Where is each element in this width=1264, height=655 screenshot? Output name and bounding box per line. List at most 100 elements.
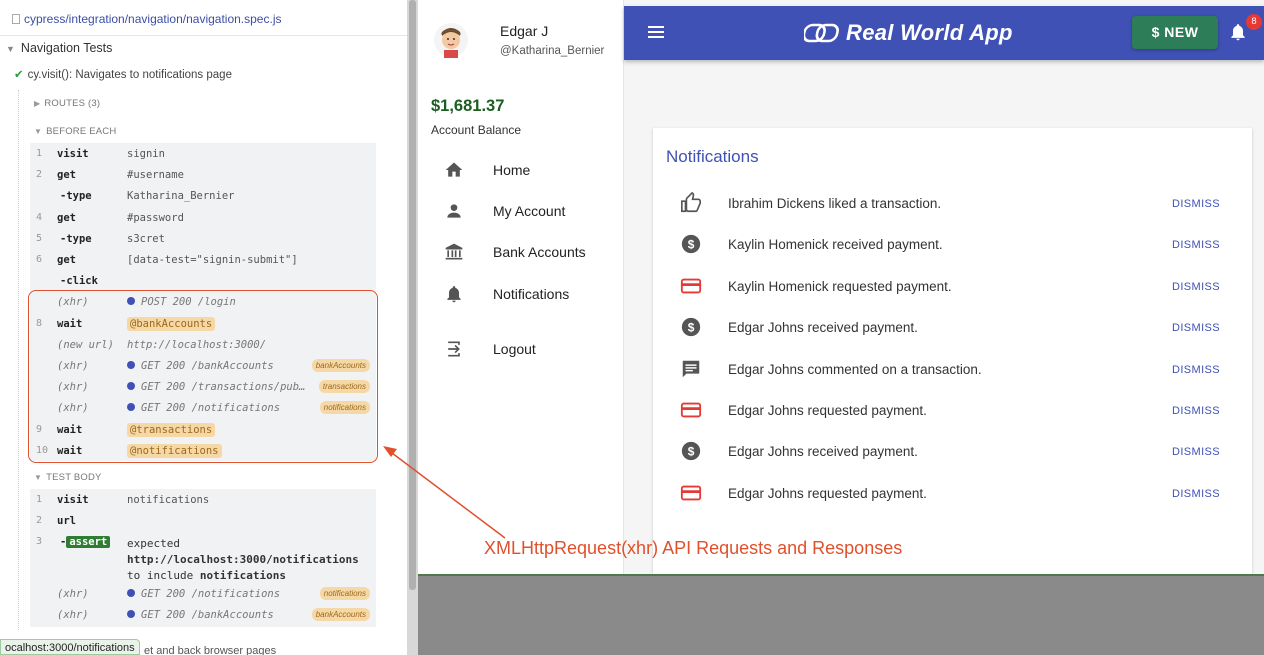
notification-text: Kaylin Homenick received payment. <box>728 237 943 253</box>
card-icon <box>680 485 702 501</box>
dismiss-button[interactable]: DISMISS <box>1172 281 1220 293</box>
payment-icon: $ <box>681 235 701 254</box>
command-message: Katharina_Bernier <box>127 190 235 203</box>
notification-item[interactable]: Kaylin Homenick requested payment. DISMIS… <box>653 266 1252 307</box>
notification-item[interactable]: Edgar Johns requested payment. DISMISS <box>653 473 1252 514</box>
panel-splitter[interactable] <box>407 0 418 655</box>
nav-item-bank-accounts[interactable]: Bank Accounts <box>418 234 623 270</box>
account-balance: $1,681.37 <box>431 97 505 115</box>
payment-icon: $ <box>681 442 701 461</box>
command-row[interactable]: 1 visit signin <box>30 143 376 164</box>
nav-item-my-account[interactable]: My Account <box>418 193 623 229</box>
notification-item[interactable]: Edgar Johns requested payment. DISMISS <box>653 390 1252 431</box>
command-row[interactable]: 4 get #password <box>30 207 376 228</box>
notification-text: Edgar Johns received payment. <box>728 320 918 336</box>
nav-item-notifications[interactable]: Notifications <box>418 276 623 312</box>
logout-icon <box>448 341 460 357</box>
command-message: #password <box>127 211 184 224</box>
command-row[interactable]: 5 -type s3cret <box>30 228 376 249</box>
avatar <box>434 23 468 58</box>
test-body-commands: 1 visit notifications 2 url 3 - assert ex… <box>30 489 376 627</box>
notification-item[interactable]: $ Edgar Johns received payment. DISMISS <box>653 307 1252 348</box>
assert-command: - assert <box>60 536 111 548</box>
viewport-backdrop <box>418 574 1264 655</box>
person-icon <box>447 204 461 218</box>
alias-tag: bankAccounts <box>311 608 370 621</box>
command-name: (xhr) <box>57 588 89 600</box>
test-body-header[interactable]: ▼ TEST BODY <box>34 472 102 483</box>
command-number: 2 <box>36 169 43 181</box>
next-test-title[interactable]: et and back browser pages <box>144 645 276 655</box>
alias-tag: notifications <box>319 587 370 600</box>
brand-logo <box>804 23 839 43</box>
command-message: #username <box>127 169 184 182</box>
command-name: visit <box>57 494 89 506</box>
cypress-runner-panel: cypress/integration/navigation/navigatio… <box>0 0 407 655</box>
nav-item-logout[interactable]: Logout <box>418 331 623 367</box>
before-each-label: BEFORE EACH <box>46 126 117 137</box>
status-url-bar: ocalhost:3000/notifications <box>0 639 140 655</box>
command-number: 6 <box>36 254 43 265</box>
svg-text:$: $ <box>688 238 695 252</box>
nav-item-home[interactable]: Home <box>418 152 623 188</box>
suite-title-text: Navigation Tests <box>20 41 113 55</box>
notification-item[interactable]: $ Edgar Johns received payment. DISMISS <box>653 431 1252 472</box>
scrollbar-thumb[interactable] <box>409 0 416 590</box>
assert-line: expected <box>127 537 180 550</box>
nav-item-label: My Account <box>493 203 566 219</box>
command-row[interactable]: 2 url <box>30 510 376 531</box>
notification-item[interactable]: $ Kaylin Homenick received payment. DISMIS… <box>653 224 1252 265</box>
dismiss-button[interactable]: DISMISS <box>1172 239 1220 251</box>
new-transaction-button[interactable]: $ NEW <box>1132 16 1218 49</box>
check-icon: ✔ <box>14 69 24 81</box>
suite-title[interactable]: ▼ Navigation Tests <box>6 41 112 55</box>
svg-text:$: $ <box>688 445 695 459</box>
command-name: get <box>57 254 76 266</box>
home-icon <box>445 162 463 177</box>
card-icon <box>680 278 702 294</box>
xhr-row[interactable]: (xhr) GET 200 /bankAccounts bankAccounts <box>30 604 376 625</box>
xhr-row[interactable]: (xhr) GET 200 /notifications notificatio… <box>30 583 376 604</box>
spec-path[interactable]: cypress/integration/navigation/navigatio… <box>0 0 407 36</box>
assert-line: to include notifications <box>127 568 359 584</box>
annotation-label: XMLHttpRequest(xhr) API Requests and Res… <box>484 538 903 558</box>
command-message: [data-test="signin-submit"] <box>127 254 298 266</box>
routes-header[interactable]: ▶ ROUTES (3) <box>34 98 100 109</box>
test-title-text: cy.visit(): Navigates to notifications p… <box>27 69 232 81</box>
thumb-up-icon <box>681 192 701 213</box>
notifications-bell-icon[interactable] <box>1228 21 1248 43</box>
command-number: 5 <box>36 232 43 244</box>
dismiss-button[interactable]: DISMISS <box>1172 322 1220 334</box>
command-row[interactable]: 2 get #username <box>30 164 376 185</box>
menu-icon[interactable] <box>648 26 664 38</box>
nav-item-label: Bank Accounts <box>493 244 586 260</box>
command-row[interactable]: -type Katharina_Bernier <box>30 185 376 206</box>
before-each-header[interactable]: ▼ BEFORE EACH <box>34 126 116 137</box>
command-row[interactable]: 1 visit notifications <box>30 489 376 510</box>
command-name: -click <box>60 275 98 288</box>
dismiss-button[interactable]: DISMISS <box>1172 364 1220 376</box>
command-row[interactable]: -click <box>30 270 376 291</box>
notification-text: Ibrahim Dickens liked a transaction. <box>728 196 942 211</box>
notification-text: Edgar Johns requested payment. <box>728 485 927 501</box>
comment-icon <box>682 360 700 377</box>
assert-line-part: notifications <box>199 569 286 582</box>
side-drawer: Edgar J @Katharina_Bernier $1,681.37 Acc… <box>418 0 624 574</box>
bell-icon <box>447 286 461 303</box>
notification-item[interactable]: Edgar Johns commented on a transaction. D… <box>653 349 1252 390</box>
command-name: -type <box>60 190 92 203</box>
command-message: GET 200 /bankAccounts <box>127 609 274 621</box>
command-number: 1 <box>36 494 43 505</box>
test-title[interactable]: ✔ cy.visit(): Navigates to notifications … <box>14 67 232 81</box>
command-row[interactable]: 6 get [data-test="signin-submit"] <box>30 249 376 270</box>
highlight-box <box>28 290 378 463</box>
command-number: 3 <box>36 536 43 547</box>
notification-item[interactable]: Ibrahim Dickens liked a transaction. DISM… <box>653 183 1252 224</box>
dismiss-button[interactable]: DISMISS <box>1172 198 1220 210</box>
payment-icon: $ <box>681 318 701 337</box>
dismiss-button[interactable]: DISMISS <box>1172 488 1220 500</box>
dismiss-button[interactable]: DISMISS <box>1172 405 1220 417</box>
assert-row[interactable]: 3 - assert expected http://localhost:3000… <box>30 531 376 583</box>
caret-down-icon: ▼ <box>6 44 15 54</box>
dismiss-button[interactable]: DISMISS <box>1172 446 1220 458</box>
